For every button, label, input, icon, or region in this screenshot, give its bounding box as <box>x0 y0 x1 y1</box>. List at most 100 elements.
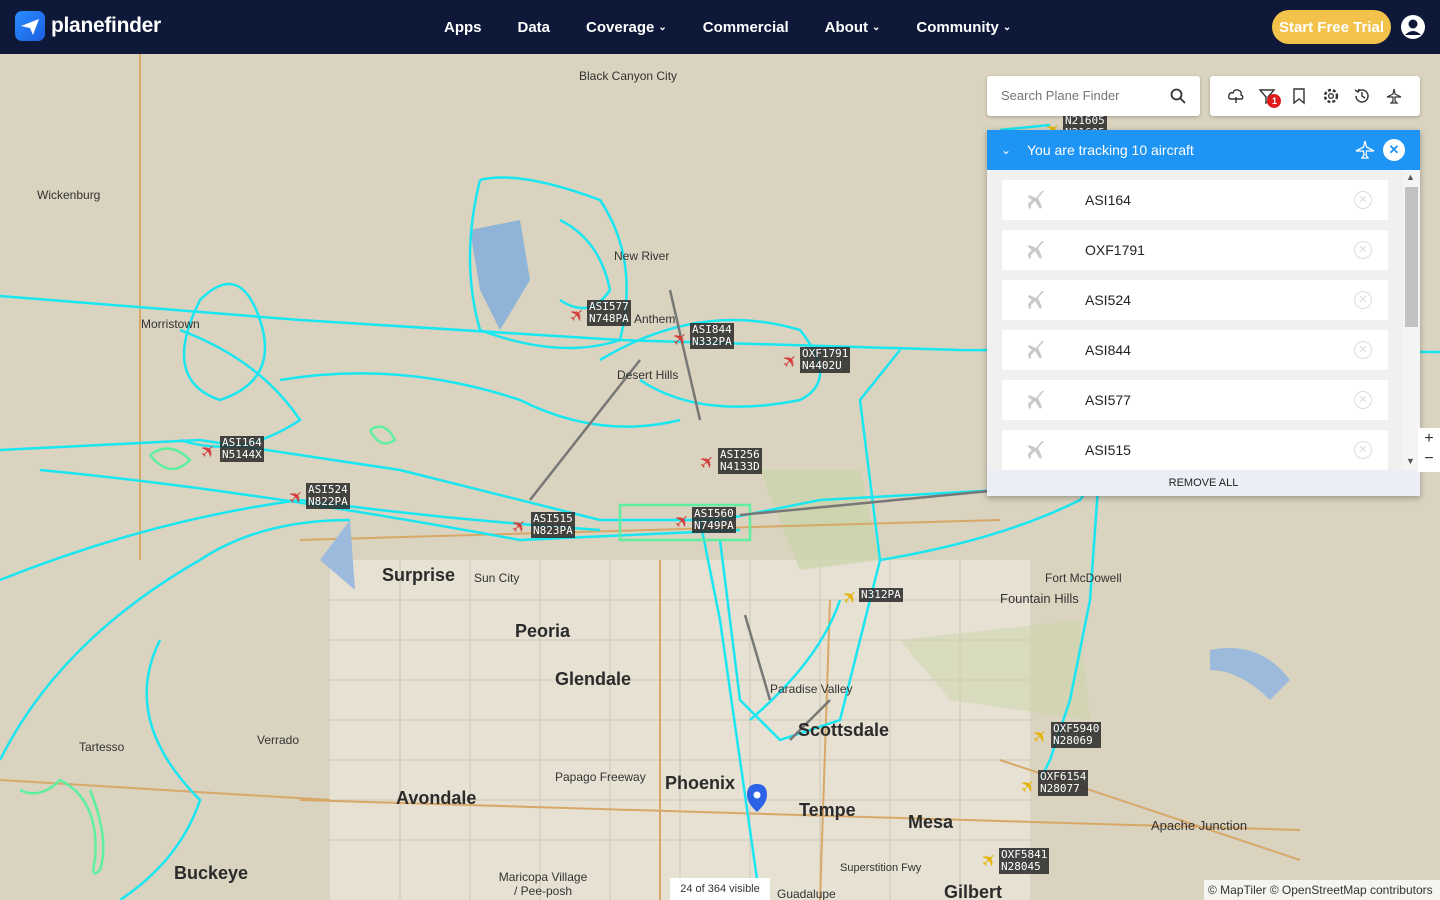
nav-commercial-label: Commercial <box>702 18 789 36</box>
aircraft-tag[interactable]: N312PA <box>859 588 903 602</box>
aircraft-type-icon[interactable] <box>1385 87 1403 105</box>
scrollbar[interactable]: ▲ ▼ <box>1403 170 1420 470</box>
aircraft-tag[interactable]: ASI164 N5144X <box>220 436 264 462</box>
chevron-down-icon[interactable]: ⌄ <box>1001 143 1015 157</box>
place-label: Phoenix <box>665 773 736 793</box>
aircraft-tag[interactable]: ASI577 N748PA <box>587 300 631 326</box>
remove-icon[interactable]: ✕ <box>1354 391 1372 409</box>
zoom-control: + − <box>1418 428 1440 472</box>
place-label: Buckeye <box>174 863 249 883</box>
aircraft-tag[interactable]: OXF5940 N28069 <box>1051 722 1102 748</box>
tracked-callsign: ASI577 <box>1085 392 1131 408</box>
aircraft-tag[interactable]: ASI560 N749PA <box>692 507 736 533</box>
scrollbar-thumb[interactable] <box>1405 187 1418 327</box>
planefinder-logo[interactable]: planefinder <box>15 11 161 41</box>
scroll-down-icon[interactable]: ▼ <box>1406 456 1415 466</box>
place-label: Verrado <box>257 733 300 747</box>
tracked-aircraft-row[interactable]: ASI844 ✕ <box>1002 330 1388 370</box>
place-label: Maricopa Village / Pee-posh <box>498 870 588 898</box>
place-label: Gilbert <box>944 882 1003 900</box>
aircraft-tag[interactable]: OXF1791 N4402U <box>800 347 851 373</box>
aircraft-icon <box>1026 389 1048 416</box>
place-label: Superstition Fwy <box>840 862 922 874</box>
nav-community[interactable]: Community ⌄ <box>916 19 1011 36</box>
zoom-out-button[interactable]: − <box>1418 450 1440 472</box>
tracking-title: You are tracking 10 aircraft <box>1027 142 1194 158</box>
place-label: Guadalupe <box>777 887 836 900</box>
remove-icon[interactable]: ✕ <box>1354 341 1372 359</box>
remove-icon[interactable]: ✕ <box>1354 241 1372 259</box>
place-label: Peoria <box>515 621 571 641</box>
bookmark-icon[interactable] <box>1290 87 1308 105</box>
aircraft-tag[interactable]: ASI256 N4133D <box>718 448 762 474</box>
nav-apps[interactable]: Apps <box>444 19 482 36</box>
aircraft-icon <box>1026 339 1048 366</box>
aircraft-icon <box>1026 239 1048 266</box>
tracked-aircraft-row[interactable]: ASI515 ✕ <box>1002 430 1388 470</box>
aircraft-tag[interactable]: OXF5841 N28045 <box>999 848 1050 874</box>
nav-apps-label: Apps <box>444 18 482 36</box>
nav-coverage[interactable]: Coverage ⌄ <box>586 19 667 36</box>
account-icon[interactable] <box>1400 14 1426 40</box>
place-label: Anthem <box>634 312 676 326</box>
tracked-callsign: OXF1791 <box>1085 242 1145 258</box>
chevron-down-icon: ⌄ <box>1002 21 1012 33</box>
aircraft-tag[interactable]: ASI524 N822PA <box>306 483 350 509</box>
place-label: Surprise <box>382 565 456 585</box>
search-box <box>987 76 1200 116</box>
remove-all-button[interactable]: REMOVE ALL <box>987 470 1420 496</box>
place-label: Wickenburg <box>37 188 101 202</box>
aircraft-tag[interactable]: ASI844 N332PA <box>690 323 734 349</box>
scroll-up-icon[interactable]: ▲ <box>1406 172 1415 182</box>
tracked-callsign: ASI524 <box>1085 292 1131 308</box>
chevron-down-icon: ⌄ <box>871 21 881 33</box>
close-icon[interactable]: ✕ <box>1383 139 1405 161</box>
tracked-aircraft-row[interactable]: OXF1791 ✕ <box>1002 230 1388 270</box>
aircraft-icon <box>1026 189 1048 216</box>
remove-icon[interactable]: ✕ <box>1354 441 1372 459</box>
start-free-trial-button[interactable]: Start Free Trial <box>1272 10 1391 44</box>
history-icon[interactable] <box>1353 87 1371 105</box>
aircraft-tag[interactable]: ASI515 N823PA <box>531 512 575 538</box>
tracked-callsign: ASI164 <box>1085 192 1131 208</box>
place-label: Fort McDowell <box>1045 571 1122 585</box>
place-label: New River <box>614 249 670 263</box>
aircraft-tag[interactable]: OXF6154 N28077 <box>1038 770 1089 796</box>
search-icon[interactable] <box>1170 88 1186 109</box>
nav-commercial[interactable]: Commercial <box>703 19 789 36</box>
remove-icon[interactable]: ✕ <box>1354 291 1372 309</box>
tracking-panel: ⌄ You are tracking 10 aircraft ✕ ASI164 … <box>987 130 1420 496</box>
filter-icon[interactable]: 1 <box>1258 87 1282 108</box>
nav-data[interactable]: Data <box>518 19 551 36</box>
place-label: Sun City <box>474 571 520 585</box>
aircraft-icon <box>1026 439 1048 466</box>
visible-count: 24 of 364 visible <box>670 878 770 900</box>
nav-data-label: Data <box>517 18 551 36</box>
logo-plane-icon <box>15 11 45 41</box>
tracked-aircraft-row[interactable]: ASI164 ✕ <box>1002 180 1388 220</box>
nav-about-label: About <box>824 18 868 36</box>
tracked-aircraft-row[interactable]: ASI524 ✕ <box>1002 280 1388 320</box>
search-input[interactable] <box>1001 88 1161 103</box>
zoom-in-button[interactable]: + <box>1418 428 1440 450</box>
main-nav: Apps Data Coverage ⌄ Commercial About ⌄ Co… <box>444 0 1047 54</box>
map-attribution[interactable]: © MapTiler © OpenStreetMap contributors <box>1204 880 1440 900</box>
tracked-aircraft-list: ASI164 ✕ OXF1791 ✕ ASI524 ✕ ASI844 ✕ ASI… <box>987 170 1420 470</box>
place-label: Mesa <box>908 812 954 832</box>
nav-about[interactable]: About ⌄ <box>825 19 881 36</box>
tracked-callsign: ASI844 <box>1085 342 1131 358</box>
weather-icon[interactable] <box>1227 87 1245 105</box>
place-label: Morristown <box>141 317 200 331</box>
aircraft-outline-icon <box>1354 140 1376 163</box>
place-label: Tartesso <box>79 740 125 754</box>
place-label: Black Canyon City <box>579 69 678 83</box>
place-label: Avondale <box>396 788 477 808</box>
filter-count-badge: 1 <box>1267 94 1282 108</box>
place-label: Apache Junction <box>1151 818 1248 833</box>
remove-icon[interactable]: ✕ <box>1354 191 1372 209</box>
settings-icon[interactable] <box>1322 87 1340 105</box>
logo-text: planefinder <box>51 14 161 37</box>
tracked-aircraft-row[interactable]: ASI577 ✕ <box>1002 380 1388 420</box>
aircraft-icon <box>1026 289 1048 316</box>
chevron-down-icon: ⌄ <box>658 21 667 33</box>
